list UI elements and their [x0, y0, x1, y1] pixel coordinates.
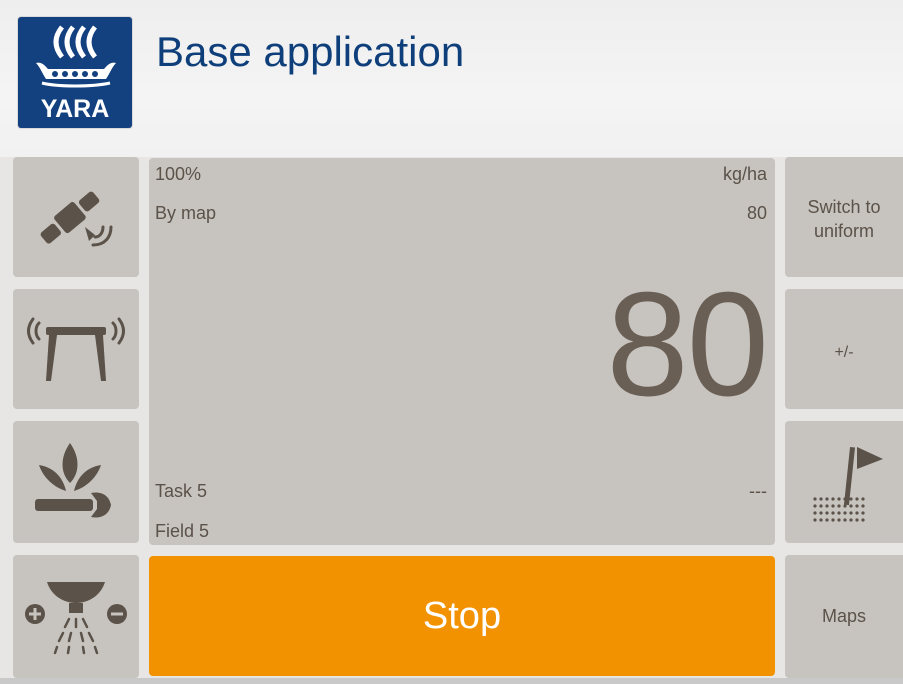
rate-unit: kg/ha	[722, 164, 767, 184]
header: YARA Base application	[0, 0, 903, 157]
application-mode: By map	[155, 203, 217, 223]
rate-percent: 100%	[155, 164, 202, 184]
headland-button[interactable]	[785, 421, 903, 543]
rate-adjust-label: +/-	[834, 344, 854, 361]
crop-settings-button[interactable]	[13, 421, 139, 543]
maps-label: Maps	[821, 606, 866, 626]
map-rate-value: 80	[746, 203, 767, 223]
page-title: Base application	[156, 28, 465, 75]
field-flag-icon	[813, 446, 883, 522]
task-name: Task 5	[155, 481, 208, 501]
current-rate-value: 80	[606, 262, 769, 427]
gps-button[interactable]	[13, 157, 139, 277]
boom-sensor-button[interactable]	[13, 289, 139, 409]
spreader-rate-icon	[25, 582, 127, 655]
rate-display: 100% kg/ha By map 80 80 Task 5 --- Field…	[149, 158, 775, 545]
field-name: Field 5	[155, 521, 210, 541]
bottom-border	[0, 678, 903, 684]
rate-adjust-button[interactable]: +/-	[785, 289, 903, 409]
crop-settings-icon	[35, 443, 111, 518]
switch-to-uniform-button[interactable]: Switch to uniform	[785, 157, 903, 277]
task-value: ---	[749, 481, 767, 501]
maps-button[interactable]: Maps	[785, 555, 903, 678]
logo-wordmark: YARA	[41, 95, 110, 123]
yara-logo: YARA	[18, 17, 132, 128]
switch-label-line1: Switch to	[807, 197, 881, 217]
satellite-icon	[40, 191, 113, 247]
boom-sensor-icon	[27, 317, 125, 381]
switch-label-line2: uniform	[813, 221, 875, 241]
spreader-rate-button[interactable]	[13, 555, 139, 678]
stop-button[interactable]: Stop	[149, 556, 775, 676]
